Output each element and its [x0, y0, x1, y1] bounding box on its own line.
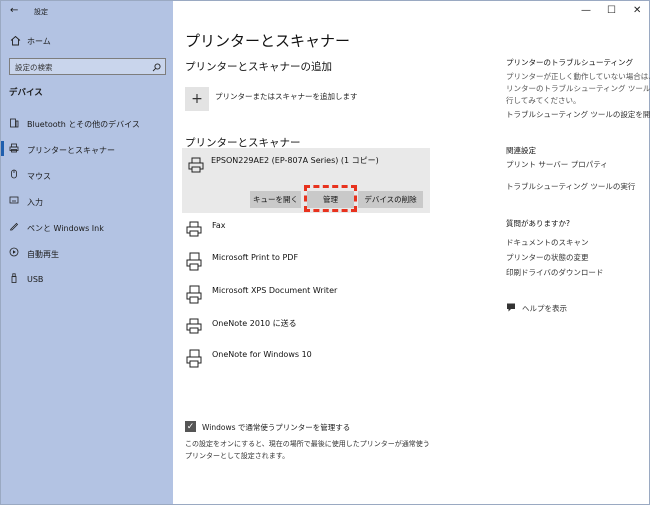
search-icon[interactable] [151, 62, 161, 72]
add-printer-label: プリンターまたはスキャナーを追加します [215, 92, 358, 101]
printer-name: OneNote for Windows 10 [212, 350, 312, 359]
add-section-title: プリンターとスキャナーの追加 [185, 61, 332, 73]
default-printer-description-1: この設定をオンにすると、現在の場所で最後に使用したプリンターが通常使う [185, 440, 430, 448]
checkmark-icon: ✓ [186, 421, 195, 432]
document-printer-icon [185, 252, 203, 272]
mouse-icon [9, 169, 19, 179]
sidebar-item-label: プリンターとスキャナー [27, 146, 115, 155]
question-title: 質問がありますか? [506, 219, 570, 228]
keyboard-icon [9, 195, 19, 205]
sidebar-home-link[interactable]: ホーム [27, 36, 51, 47]
bluetooth-icon [9, 118, 19, 128]
troubleshoot-settings-link[interactable]: トラブルシューティング ツールの設定を開く [506, 109, 650, 120]
get-help-label: ヘルプを表示 [522, 304, 567, 313]
sidebar-section-title: デバイス [9, 88, 43, 98]
pen-icon [9, 221, 19, 231]
printer-name: Fax [212, 221, 226, 230]
sidebar-item-label: マウス [27, 172, 51, 181]
default-printer-description-2: プリンターとして設定されます。 [185, 452, 290, 460]
troubleshoot-text-3: 行してみてください。 [506, 96, 581, 105]
manage-highlight-annotation [304, 185, 357, 212]
page-title: プリンターとスキャナー [185, 32, 351, 50]
home-icon [9, 34, 21, 46]
sidebar-item-label: 入力 [27, 198, 43, 207]
scan-document-link[interactable]: ドキュメントのスキャン [506, 237, 589, 248]
remove-device-button[interactable]: デバイスの削除 [358, 191, 423, 208]
main-content: — ☐ ✕ プリンターとスキャナー プリンターとスキャナーの追加 + プリンター… [173, 1, 650, 504]
default-printer-checkbox[interactable]: ✓ [185, 421, 196, 432]
troubleshoot-text-2: リンターのトラブルシューティング ツールを実 [506, 84, 650, 93]
usb-icon [9, 273, 19, 283]
open-queue-button[interactable]: キューを開く [250, 191, 301, 208]
window-title: 設定 [34, 8, 48, 16]
printer-icon [185, 317, 203, 335]
sidebar: ← 設定 ホーム 設定の検索 デバイス Bluetooth とその他のデバイス … [1, 1, 173, 504]
printer-icon [9, 143, 19, 153]
printer-name: Microsoft Print to PDF [212, 253, 299, 262]
printer-name: EPSON229AE2 (EP-807A Series) (1 コピー) [211, 156, 379, 165]
troubleshoot-title: プリンターのトラブルシューティング [506, 58, 634, 67]
sidebar-item-label: USB [27, 275, 44, 284]
close-button[interactable]: ✕ [633, 5, 641, 16]
autoplay-icon [9, 247, 19, 257]
document-printer-icon [185, 285, 203, 305]
minimize-button[interactable]: — [581, 5, 591, 16]
default-printer-label: Windows で通常使うプリンターを管理する [202, 423, 351, 432]
print-server-properties-link[interactable]: プリント サーバー プロパティ [506, 159, 608, 170]
document-printer-icon [185, 349, 203, 369]
printer-icon [186, 155, 206, 175]
plus-icon: + [185, 87, 209, 111]
download-driver-link[interactable]: 印刷ドライバのダウンロード [506, 267, 603, 278]
search-placeholder: 設定の検索 [15, 63, 53, 72]
related-settings-title: 関連設定 [506, 146, 536, 155]
sidebar-item-label: ペンと Windows Ink [27, 224, 104, 233]
printer-name: Microsoft XPS Document Writer [212, 286, 338, 295]
maximize-button[interactable]: ☐ [607, 5, 616, 16]
printer-name: OneNote 2010 に送る [212, 319, 297, 328]
run-troubleshooter-link[interactable]: トラブルシューティング ツールの実行 [506, 181, 635, 192]
sidebar-item-label: Bluetooth とその他のデバイス [27, 120, 140, 129]
search-input[interactable]: 設定の検索 [9, 58, 166, 75]
fax-icon [185, 220, 203, 238]
troubleshoot-text-1: プリンターが正しく動作していない場合は、プ [506, 72, 650, 81]
back-icon[interactable]: ← [10, 5, 18, 16]
selected-indicator [1, 141, 4, 156]
sidebar-item-label: 自動再生 [27, 250, 59, 259]
change-printer-status-link[interactable]: プリンターの状態の変更 [506, 252, 589, 263]
help-chat-icon [506, 302, 517, 313]
